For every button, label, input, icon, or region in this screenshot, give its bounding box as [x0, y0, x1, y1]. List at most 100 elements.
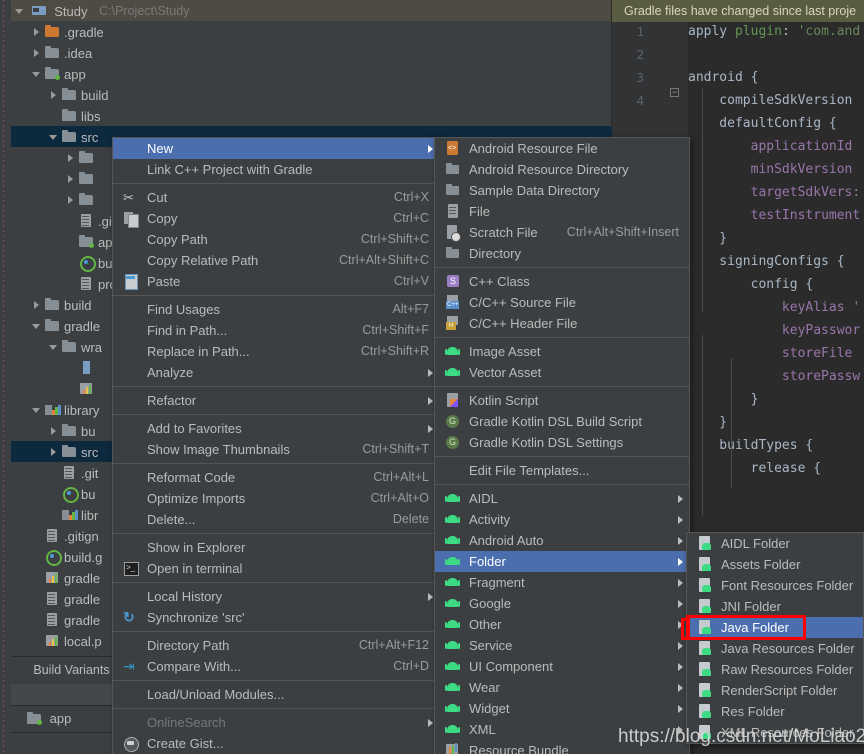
folder_submenu-item[interactable]: JNI Folder	[687, 596, 863, 617]
context_menu-item[interactable]: Copy Ctrl+C	[113, 208, 439, 229]
context_menu-item[interactable]: Open in terminal	[113, 558, 439, 579]
new_submenu-item[interactable]: C/C++ Source File	[435, 292, 689, 313]
tree-item-label: gradle	[64, 592, 101, 608]
folder_submenu-item[interactable]: Java Folder	[687, 617, 863, 638]
context_menu-item[interactable]: Optimize Imports Ctrl+Alt+O	[113, 488, 439, 509]
context_menu-item[interactable]: Find Usages Alt+F7	[113, 299, 439, 320]
new_submenu-item[interactable]: Widget	[435, 698, 689, 719]
context_menu-item[interactable]: Add to Favorites	[113, 418, 439, 439]
new_submenu-item[interactable]: Activity	[435, 509, 689, 530]
context_menu-item[interactable]: ↻ Synchronize 'src'	[113, 607, 439, 628]
context_menu-item[interactable]: New	[113, 138, 439, 159]
new_submenu-item[interactable]: Sample Data Directory	[435, 180, 689, 201]
folder-submenu[interactable]: AIDL Folder Assets Folder Font Resources F…	[686, 532, 864, 744]
context_menu-item[interactable]: Find in Path... Ctrl+Shift+F	[113, 320, 439, 341]
menu-item-label: Java Resources Folder	[721, 641, 855, 656]
new_submenu-item[interactable]: C++ Class	[435, 271, 689, 292]
folder_submenu-item[interactable]: Res Folder	[687, 701, 863, 722]
android-folder-icon	[697, 599, 713, 614]
new-submenu[interactable]: Android Resource File Android Resource Di…	[434, 137, 690, 754]
new_submenu-item[interactable]: Directory	[435, 243, 689, 264]
folder_submenu-item[interactable]: Assets Folder	[687, 554, 863, 575]
chevron-right-icon[interactable]	[49, 447, 60, 458]
code-fold-icon[interactable]: −	[670, 88, 679, 97]
tree-item[interactable]: .idea	[11, 42, 612, 63]
folder-icon	[79, 193, 94, 206]
chevron-right-icon[interactable]	[32, 27, 43, 38]
tree-item[interactable]: .gradle	[11, 21, 612, 42]
code-line: buildTypes {	[688, 438, 814, 453]
tree-item-label: ap	[98, 235, 113, 251]
context_menu-item[interactable]: Replace in Path... Ctrl+Shift+R	[113, 341, 439, 362]
context_menu-item[interactable]: Reformat Code Ctrl+Alt+L	[113, 467, 439, 488]
context_menu-item[interactable]: Create Gist...	[113, 733, 439, 754]
tree-item-label: wra	[81, 340, 102, 356]
new_submenu-item[interactable]: C/C++ Header File	[435, 313, 689, 334]
context_menu-item[interactable]: Copy Relative Path Ctrl+Alt+Shift+C	[113, 250, 439, 271]
folder_submenu-item[interactable]: Java Resources Folder	[687, 638, 863, 659]
tree-item[interactable]: build	[11, 84, 612, 105]
new_submenu-item[interactable]: Google	[435, 593, 689, 614]
new_submenu-item[interactable]: Vector Asset	[435, 362, 689, 383]
new_submenu-item[interactable]: Kotlin Script	[435, 390, 689, 411]
context_menu-item[interactable]: Compare With... Ctrl+D	[113, 656, 439, 677]
folder_submenu-item[interactable]: Font Resources Folder	[687, 575, 863, 596]
chevron-right-icon[interactable]	[49, 90, 60, 101]
context_menu-item[interactable]: OnlineSearch	[113, 712, 439, 733]
new_submenu-item[interactable]: Service	[435, 635, 689, 656]
new_submenu-item[interactable]: Android Resource File	[435, 138, 689, 159]
new_submenu-item[interactable]: AIDL	[435, 488, 689, 509]
chevron-down-icon[interactable]	[32, 69, 43, 80]
folder_submenu-item[interactable]: Raw Resources Folder	[687, 659, 863, 680]
menu-item-label: Kotlin Script	[469, 393, 539, 408]
new_submenu-item[interactable]: Other	[435, 614, 689, 635]
android-icon	[445, 638, 461, 653]
chevron-right-icon[interactable]	[66, 153, 77, 164]
context_menu-item[interactable]: Paste Ctrl+V	[113, 271, 439, 292]
context_menu-item[interactable]: Show in Explorer	[113, 537, 439, 558]
android-icon	[445, 596, 461, 611]
new_submenu-item[interactable]: Folder	[435, 551, 689, 572]
folder_submenu-item[interactable]: AIDL Folder	[687, 533, 863, 554]
tree-item[interactable]: libs	[11, 105, 612, 126]
new_submenu-item[interactable]: UI Component	[435, 656, 689, 677]
context_menu-item[interactable]: Local History	[113, 586, 439, 607]
context_menu-item[interactable]: ✂ Cut Ctrl+X	[113, 187, 439, 208]
context_menu-item[interactable]: Link C++ Project with Gradle	[113, 159, 439, 180]
chevron-right-icon[interactable]	[32, 300, 43, 311]
properties-file-icon	[45, 571, 60, 584]
chevron-right-icon[interactable]	[66, 195, 77, 206]
context_menu-item[interactable]: Directory Path Ctrl+Alt+F12	[113, 635, 439, 656]
chevron-right-icon[interactable]	[32, 48, 43, 59]
tree-item[interactable]: app	[11, 63, 612, 84]
new_submenu-item[interactable]: Wear	[435, 677, 689, 698]
new_submenu-item[interactable]: Edit File Templates...	[435, 460, 689, 481]
new_submenu-item[interactable]: Android Auto	[435, 530, 689, 551]
context_menu-item[interactable]: Load/Unload Modules...	[113, 684, 439, 705]
context_menu-item[interactable]: Refactor	[113, 390, 439, 411]
chevron-down-icon[interactable]	[32, 321, 43, 332]
resource-bundle-icon	[445, 743, 461, 754]
folder_submenu-item[interactable]: RenderScript Folder	[687, 680, 863, 701]
context_menu-item[interactable]: Delete... Delete	[113, 509, 439, 530]
chevron-down-icon[interactable]	[32, 405, 43, 416]
new_submenu-item[interactable]: Image Asset	[435, 341, 689, 362]
new_submenu-item[interactable]: File	[435, 201, 689, 222]
chevron-right-icon[interactable]	[66, 174, 77, 185]
c-header-icon	[445, 316, 461, 331]
context_menu-item[interactable]: Copy Path Ctrl+Shift+C	[113, 229, 439, 250]
new_submenu-item[interactable]: Gradle Kotlin DSL Build Script	[435, 411, 689, 432]
new_submenu-item[interactable]: Gradle Kotlin DSL Settings	[435, 432, 689, 453]
context-menu[interactable]: New Link C++ Project with Gradle ✂ Cut Ctrl+…	[112, 137, 440, 754]
chevron-down-icon[interactable]	[49, 342, 60, 353]
context_menu-item[interactable]: Show Image Thumbnails Ctrl+Shift+T	[113, 439, 439, 460]
context_menu-item[interactable]: Analyze	[113, 362, 439, 383]
tree-root-row[interactable]: Study C:\Project\Study	[11, 0, 611, 21]
chevron-down-icon[interactable]	[15, 6, 26, 17]
menu-separator	[435, 456, 689, 457]
chevron-right-icon[interactable]	[49, 426, 60, 437]
new_submenu-item[interactable]: Android Resource Directory	[435, 159, 689, 180]
new_submenu-item[interactable]: Scratch File Ctrl+Alt+Shift+Insert	[435, 222, 689, 243]
new_submenu-item[interactable]: Fragment	[435, 572, 689, 593]
chevron-down-icon[interactable]	[49, 132, 60, 143]
